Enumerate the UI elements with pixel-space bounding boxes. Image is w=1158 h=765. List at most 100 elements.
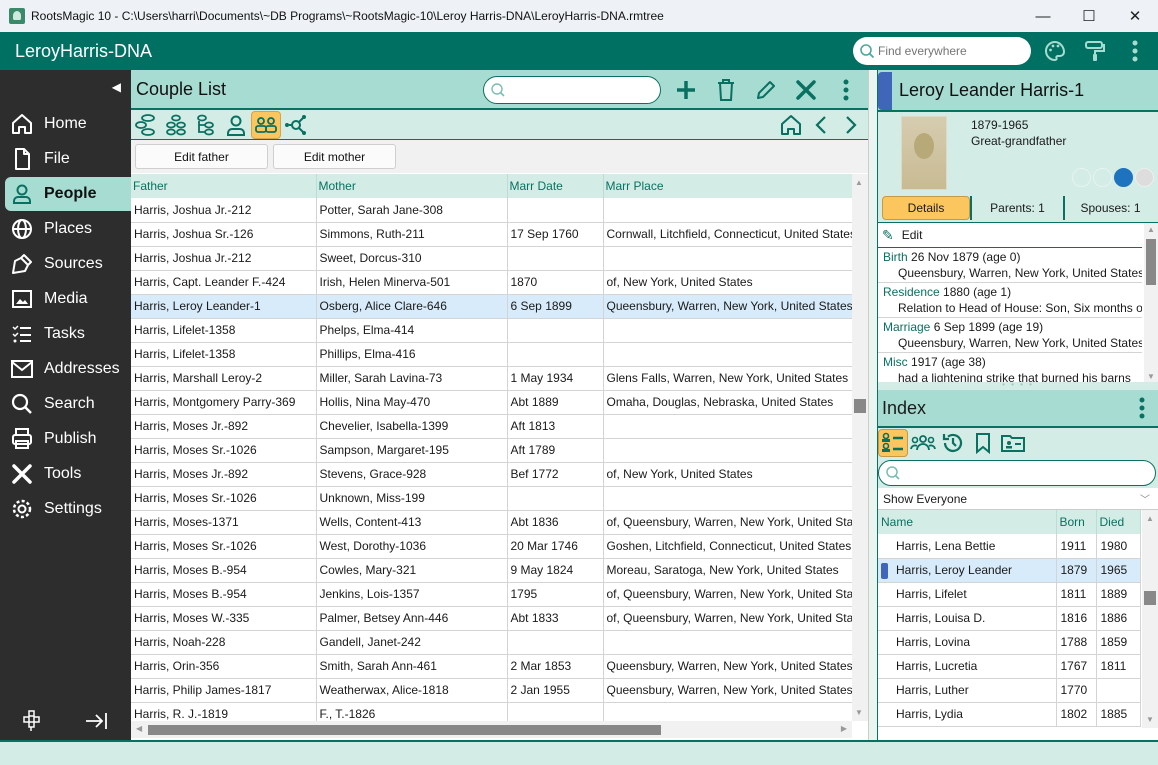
close-button[interactable]: ✕ [1112,0,1158,32]
column-header[interactable]: Mother [316,174,508,198]
couple-table-horizontal-scrollbar[interactable]: ◀ ▶ [131,721,852,738]
sidebar-item-tasks[interactable]: Tasks [5,317,131,351]
couple-view-icon[interactable] [251,110,281,139]
tab-parents[interactable]: Parents: 1 [970,196,1063,220]
column-header[interactable]: Marr Place [603,174,852,198]
table-row[interactable]: Harris, Joshua Jr.-212 Potter, Sarah Jane… [131,198,852,223]
scroll-down-arrow[interactable]: ▼ [1146,715,1154,724]
more-options-icon[interactable] [1138,396,1146,420]
event-item[interactable]: Residence 1880 (age 1) Relation to Head o… [878,283,1142,318]
scroll-left-arrow[interactable]: ◀ [136,724,142,733]
forward-arrow-icon[interactable] [838,111,864,139]
table-row[interactable]: Harris, Lifelet-1358 Phelps, Elma-414 [131,318,852,343]
paint-roller-icon[interactable] [1080,36,1110,66]
table-row[interactable]: Harris, Marshall Leroy-2 Miller, Sarah La… [131,366,852,391]
table-row[interactable]: Harris, R. J.-1819 F., T.-1826 [131,702,852,721]
sidebar-item-addresses[interactable]: Addresses [5,352,131,386]
index-row[interactable]: Harris, Lovina 1788 1859 [878,630,1141,655]
scroll-thumb[interactable] [148,725,661,735]
list-search-box[interactable] [483,76,661,104]
edit-father-button[interactable]: Edit father [135,144,268,169]
index-row[interactable]: Harris, Lifelet 1811 1889 [878,582,1141,607]
event-item[interactable]: Misc 1917 (age 38) had a lightening strik… [878,353,1142,382]
name-list-icon[interactable] [878,429,908,457]
sidebar-item-search[interactable]: Search [5,387,131,421]
familysearch-tree-icon[interactable] [1114,168,1133,187]
web-hint-badge-icon[interactable] [1093,168,1112,187]
table-row[interactable]: Harris, Moses Jr.-892 Chevelier, Isabella… [131,414,852,439]
column-header[interactable]: Name [878,510,1057,534]
ancestry-treeshare-icon[interactable] [1135,168,1154,187]
table-row[interactable]: Harris, Philip James-1817 Weatherwax, Ali… [131,678,852,703]
table-row[interactable]: Harris, Joshua Jr.-212 Sweet, Dorcus-310 [131,246,852,271]
family-view-icon[interactable] [161,111,191,139]
network-view-icon[interactable] [281,111,311,139]
index-row[interactable]: Harris, Luther 1770 [878,678,1141,703]
couple-table-vertical-scrollbar[interactable]: ▲ ▼ [852,174,868,721]
index-search-box[interactable] [878,460,1156,486]
table-row[interactable]: Harris, Moses B.-954 Jenkins, Lois-1357 17… [131,582,852,607]
pedigree-view-icon[interactable] [131,111,161,139]
collapse-sidebar-icon[interactable]: ◀ [112,80,121,94]
sidebar-item-tools[interactable]: Tools [5,457,131,491]
index-row[interactable]: Harris, Louisa D. 1816 1886 [878,606,1141,631]
delete-icon[interactable] [711,75,741,105]
table-row[interactable]: Harris, Moses B.-954 Cowles, Mary-321 9 Ma… [131,558,852,583]
add-icon[interactable] [671,75,701,105]
index-row[interactable]: Harris, Lucretia 1767 1811 [878,654,1141,679]
tools-icon[interactable] [791,75,821,105]
column-header[interactable]: Born [1056,510,1097,534]
edit-pencil-icon[interactable] [751,75,781,105]
table-row[interactable]: Harris, Orin-356 Smith, Sarah Ann-461 2 Ma… [131,654,852,679]
bookmark-icon[interactable] [968,429,998,457]
table-row[interactable]: Harris, Moses-1371 Wells, Content-413 Abt … [131,510,852,535]
show-filter-dropdown[interactable]: Show Everyone ﹀ [878,488,1158,510]
web-hint-badge-icon[interactable] [1072,168,1091,187]
table-row[interactable]: Harris, Lifelet-1358 Phillips, Elma-416 [131,342,852,367]
sidebar-item-sources[interactable]: Sources [5,247,131,281]
table-row[interactable]: Harris, Joshua Sr.-126 Simmons, Ruth-211 1… [131,222,852,247]
table-row[interactable]: Harris, Capt. Leander F.-424 Irish, Helen… [131,270,852,295]
scroll-up-arrow[interactable]: ▲ [1146,514,1154,523]
scroll-thumb[interactable] [1144,591,1156,605]
sidebar-item-media[interactable]: Media [5,282,131,316]
table-row[interactable]: Harris, Noah-228 Gandell, Janet-242 [131,630,852,655]
palette-icon[interactable] [1040,36,1070,66]
maximize-button[interactable]: ☐ [1066,0,1112,32]
table-row[interactable]: Harris, Moses Jr.-892 Stevens, Grace-928 B… [131,462,852,487]
column-header[interactable]: Marr Date [507,174,604,198]
more-options-icon[interactable] [1120,36,1150,66]
find-everywhere-box[interactable] [853,37,1031,65]
history-icon[interactable] [938,429,968,457]
event-item[interactable]: Marriage 6 Sep 1899 (age 19) Queensbury, … [878,318,1142,353]
column-header[interactable]: Father [131,174,317,198]
back-arrow-icon[interactable] [808,111,834,139]
tab-spouses[interactable]: Spouses: 1 [1063,196,1156,220]
panel-splitter[interactable] [869,70,877,740]
people-view-icon[interactable] [221,111,251,139]
index-row[interactable]: Harris, Lydia 1802 1885 [878,702,1141,727]
index-row[interactable]: Harris, Lena Bettie 1911 1980 [878,534,1141,559]
scroll-down-arrow[interactable]: ▼ [855,708,863,717]
sidebar-item-file[interactable]: File [5,142,131,176]
person-photo[interactable] [901,116,947,190]
sidebar-item-settings[interactable]: Settings [5,492,131,526]
table-row[interactable]: Harris, Moses Sr.-1026 Sampson, Margaret-… [131,438,852,463]
scroll-down-arrow[interactable]: ▼ [1147,372,1155,381]
panel-resize-grip[interactable]: • • • • [878,381,1158,390]
table-row[interactable]: Harris, Moses W.-335 Palmer, Betsey Ann-4… [131,606,852,631]
tab-details[interactable]: Details [882,196,970,220]
collapse-leaf-icon[interactable] [84,710,110,732]
sidebar-item-places[interactable]: Places [5,212,131,246]
edit-person-button[interactable]: ✎ Edit [878,223,1142,248]
scroll-up-arrow[interactable]: ▲ [855,178,863,187]
column-header[interactable]: Died [1096,510,1141,534]
sidebar-item-people[interactable]: People [5,177,131,211]
scroll-up-arrow[interactable]: ▲ [1147,225,1155,234]
find-everywhere-input[interactable] [878,44,1018,58]
sidebar-item-publish[interactable]: Publish [5,422,131,456]
edit-mother-button[interactable]: Edit mother [273,144,396,169]
minimize-button[interactable]: — [1020,0,1066,32]
table-row[interactable]: Harris, Montgomery Parry-369 Hollis, Nina… [131,390,852,415]
table-row[interactable]: Harris, Leroy Leander-1 Osberg, Alice Cla… [131,294,852,319]
